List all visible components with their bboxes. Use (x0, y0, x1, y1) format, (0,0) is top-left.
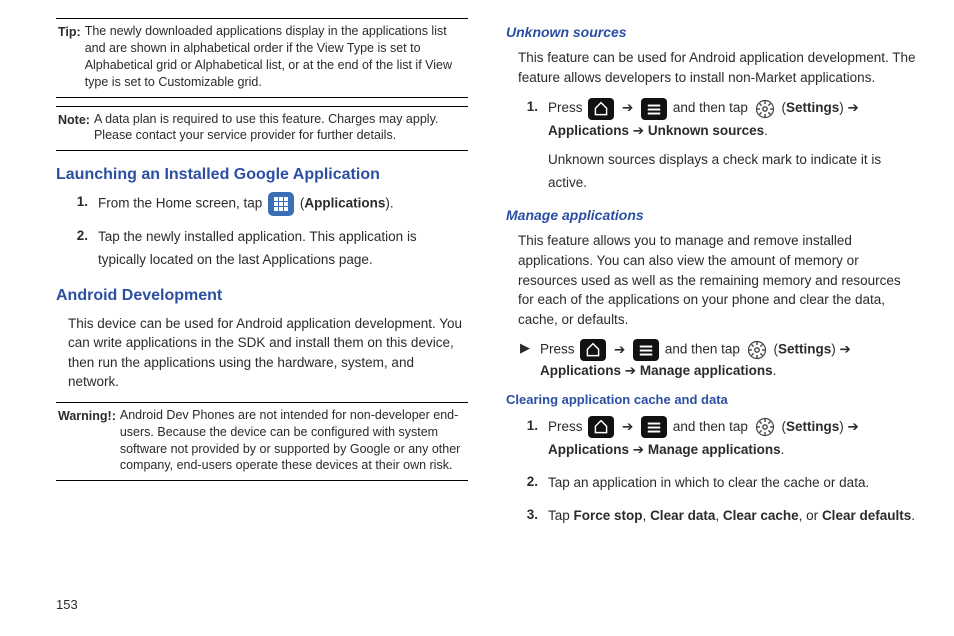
bold-text: Manage applications (640, 363, 773, 378)
bold-text: Clear data (650, 508, 715, 523)
warning-box: Warning!: Android Dev Phones are not int… (56, 403, 468, 481)
arrow-icon: ➔ (620, 419, 635, 434)
text: . (781, 442, 785, 457)
step-body: Press ➔ and then tap (Settings) ➔ Applic… (548, 416, 918, 462)
text: , (643, 508, 651, 523)
heading-clearing-cache: Clearing application cache and data (506, 391, 918, 410)
heading-launching: Launching an Installed Google Applicatio… (56, 163, 468, 186)
list-item: 1. From the Home screen, tap (Applicatio… (70, 192, 468, 216)
heading-unknown-sources: Unknown sources (506, 22, 918, 42)
bold-text: Clear defaults (822, 508, 911, 523)
home-icon (580, 339, 606, 361)
unknown-sources-steps: 1. Press ➔ and then tap (Settings) ➔ App… (520, 97, 918, 195)
menu-icon (641, 416, 667, 438)
step-number: 1. (520, 416, 538, 436)
arrow-icon: ➔ (629, 123, 648, 138)
text: Press (548, 100, 586, 115)
divider (56, 480, 468, 481)
apps-grid-icon (268, 192, 294, 216)
text: . (773, 363, 777, 378)
menu-icon (641, 98, 667, 120)
text: and then tap (665, 342, 744, 357)
step-number: 1. (70, 192, 88, 212)
text: ) ➔ (839, 419, 859, 434)
step-number: 1. (520, 97, 538, 117)
warning-label: Warning!: (58, 407, 116, 475)
tip-label: Tip: (58, 23, 81, 91)
step-body: Press ➔ and then tap (Settings) ➔ Applic… (548, 97, 918, 195)
paragraph: This device can be used for Android appl… (68, 314, 468, 392)
heading-android-dev: Android Development (56, 284, 468, 307)
text: ) ➔ (831, 342, 851, 357)
bold-text: Manage applications (648, 442, 781, 457)
list-item: 1. Press ➔ and then tap (Settings) ➔ App… (520, 97, 918, 195)
text: and then tap (673, 419, 752, 434)
note-box: Note: A data plan is required to use thi… (56, 107, 468, 151)
text: , or (799, 508, 822, 523)
list-item: 1. Press ➔ and then tap (Settings) ➔ App… (520, 416, 918, 462)
arrow-icon: ➔ (612, 342, 627, 357)
warning-text: Android Dev Phones are not intended for … (120, 407, 466, 475)
text: Press (548, 419, 586, 434)
arrow-icon: ➔ (629, 442, 648, 457)
gear-icon (754, 416, 776, 438)
paragraph: This feature allows you to manage and re… (518, 231, 918, 329)
arrow-icon: ➔ (621, 363, 640, 378)
bold-text: Applications (548, 442, 629, 457)
step-body: Tap Force stop, Clear data, Clear cache,… (548, 505, 918, 528)
text: . (911, 508, 915, 523)
bold-text: Settings (778, 342, 831, 357)
home-icon (588, 98, 614, 120)
text: Press (540, 342, 578, 357)
bold-text: Applications (548, 123, 629, 138)
launch-steps: 1. From the Home screen, tap (Applicatio… (70, 192, 468, 272)
bold-text: Clear cache (723, 508, 799, 523)
text: From the Home screen, tap (98, 196, 266, 211)
step-number: 2. (520, 472, 538, 492)
triangle-bullet-icon: ▶ (520, 339, 530, 358)
text: ) ➔ (839, 100, 859, 115)
bold-text: Settings (786, 100, 839, 115)
bold-text: Applications (304, 196, 385, 211)
clearing-steps: 1. Press ➔ and then tap (Settings) ➔ App… (520, 416, 918, 528)
note-text: A data plan is required to use this feat… (94, 111, 466, 145)
bold-text: Settings (786, 419, 839, 434)
bold-text: Applications (540, 363, 621, 378)
arrow-icon: ➔ (620, 100, 635, 115)
bold-text: Force stop (574, 508, 643, 523)
list-item: ▶ Press ➔ and then tap (Settings) ➔ Appl… (520, 339, 918, 381)
manual-page: Tip: The newly downloaded applications d… (0, 0, 954, 547)
text: ). (385, 196, 393, 211)
text: and then tap (673, 100, 752, 115)
tip-text: The newly downloaded applications displa… (85, 23, 466, 91)
gear-icon (754, 98, 776, 120)
page-number: 153 (56, 597, 78, 612)
text: . (764, 123, 768, 138)
text: , (715, 508, 723, 523)
text: Tap (548, 508, 574, 523)
text: Unknown sources displays a check mark to… (548, 152, 881, 190)
bold-text: Unknown sources (648, 123, 764, 138)
step-body: Tap the newly installed application. Thi… (98, 226, 468, 272)
right-column: Unknown sources This feature can be used… (506, 18, 918, 537)
step-body: From the Home screen, tap (Applications)… (98, 192, 468, 216)
step-number: 3. (520, 505, 538, 525)
list-item: 2. Tap the newly installed application. … (70, 226, 468, 272)
step-number: 2. (70, 226, 88, 246)
note-label: Note: (58, 111, 90, 145)
left-column: Tip: The newly downloaded applications d… (56, 18, 468, 537)
home-icon (588, 416, 614, 438)
step-body: Press ➔ and then tap (Settings) ➔ Applic… (540, 339, 918, 381)
tip-box: Tip: The newly downloaded applications d… (56, 19, 468, 97)
menu-icon (633, 339, 659, 361)
list-item: 3. Tap Force stop, Clear data, Clear cac… (520, 505, 918, 528)
gear-icon (746, 339, 768, 361)
heading-manage-apps: Manage applications (506, 205, 918, 225)
list-item: 2. Tap an application in which to clear … (520, 472, 918, 495)
divider (56, 150, 468, 151)
step-body: Tap an application in which to clear the… (548, 472, 918, 495)
paragraph: This feature can be used for Android app… (518, 48, 918, 87)
